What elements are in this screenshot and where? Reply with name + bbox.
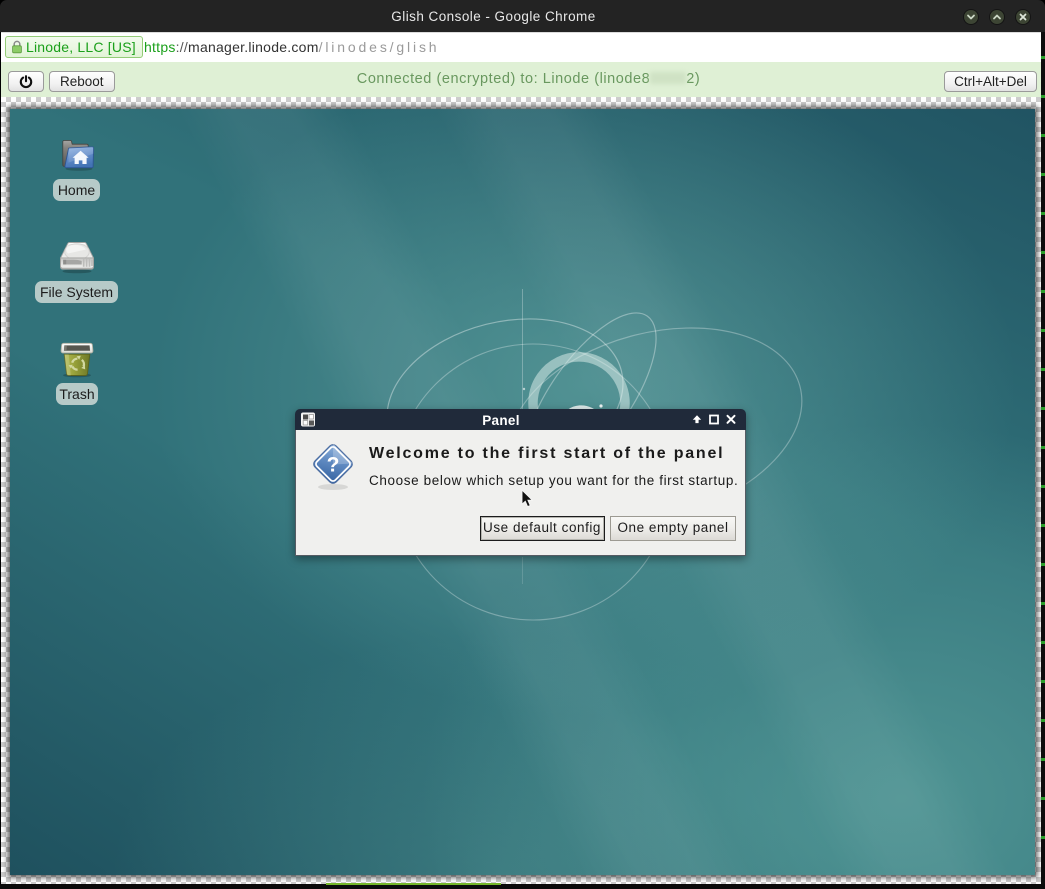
svg-text:?: ? — [327, 454, 340, 477]
